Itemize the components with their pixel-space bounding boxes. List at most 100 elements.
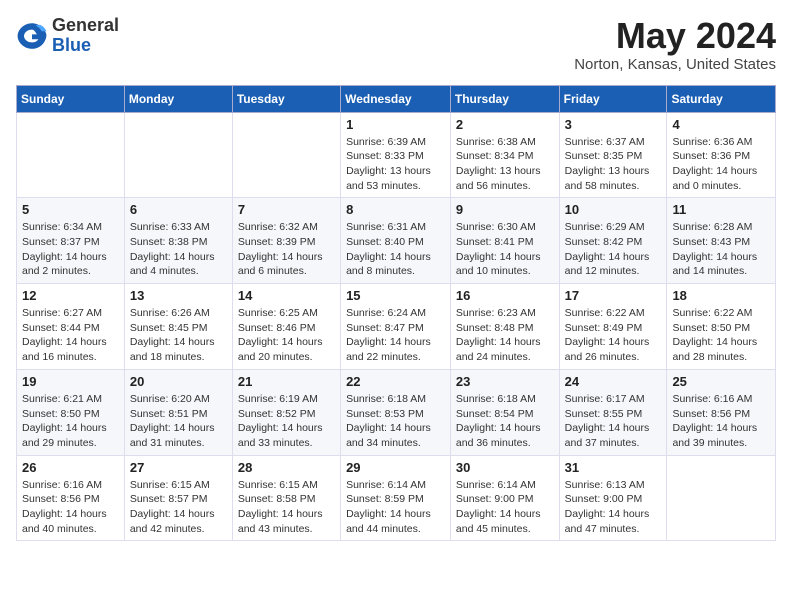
- calendar-cell: 3Sunrise: 6:37 AMSunset: 8:35 PMDaylight…: [559, 112, 667, 198]
- day-number: 28: [238, 460, 335, 475]
- day-info: Sunrise: 6:15 AMSunset: 8:57 PMDaylight:…: [130, 478, 227, 537]
- calendar-cell: 27 Sunrise: 6:15 AMSunset: 8:57 PMDayligh…: [124, 455, 232, 541]
- day-info: Sunrise: 6:22 AMSunset: 8:50 PMDaylight:…: [672, 306, 770, 365]
- day-number: 4: [672, 117, 770, 132]
- day-number: 23: [456, 374, 554, 389]
- day-info: Sunrise: 6:32 AMSunset: 8:39 PMDaylight:…: [238, 220, 335, 279]
- calendar-cell: 26 Sunrise: 6:16 AMSunset: 8:56 PMDayligh…: [17, 455, 125, 541]
- day-info: Sunrise: 6:16 AMSunset: 8:56 PMDaylight:…: [672, 392, 770, 451]
- day-number: 13: [130, 288, 227, 303]
- page-header: General Blue May 2024 Norton, Kansas, Un…: [16, 16, 776, 73]
- day-info: Sunrise: 6:20 AMSunset: 8:51 PMDaylight:…: [130, 392, 227, 451]
- calendar-cell: 2Sunrise: 6:38 AMSunset: 8:34 PMDaylight…: [450, 112, 559, 198]
- calendar-cell: 1 Sunrise: 6:39 AMSunset: 8:33 PMDaylight…: [341, 112, 451, 198]
- day-info: Sunrise: 6:36 AMSunset: 8:36 PMDaylight:…: [672, 135, 770, 194]
- day-number: 15: [346, 288, 445, 303]
- day-info: Sunrise: 6:24 AMSunset: 8:47 PMDaylight:…: [346, 306, 445, 365]
- calendar-cell: 30 Sunrise: 6:14 AMSunset: 9:00 PMDayligh…: [450, 455, 559, 541]
- header-row: SundayMondayTuesdayWednesdayThursdayFrid…: [17, 85, 776, 112]
- calendar-cell: 10 Sunrise: 6:29 AMSunset: 8:42 PMDayligh…: [559, 198, 667, 284]
- day-info: Sunrise: 6:22 AMSunset: 8:49 PMDaylight:…: [565, 306, 662, 365]
- day-info: Sunrise: 6:16 AMSunset: 8:56 PMDaylight:…: [22, 478, 119, 537]
- logo-blue-text: Blue: [52, 35, 91, 55]
- calendar-cell: 4 Sunrise: 6:36 AMSunset: 8:36 PMDaylight…: [667, 112, 776, 198]
- logo-text: General Blue: [52, 16, 119, 56]
- calendar-week-2: 5Sunrise: 6:34 AMSunset: 8:37 PMDaylight…: [17, 198, 776, 284]
- day-number: 11: [672, 202, 770, 217]
- calendar-cell: 15 Sunrise: 6:24 AMSunset: 8:47 PMDayligh…: [341, 284, 451, 370]
- calendar-cell: 24 Sunrise: 6:17 AMSunset: 8:55 PMDayligh…: [559, 369, 667, 455]
- day-info: Sunrise: 6:39 AMSunset: 8:33 PMDaylight:…: [346, 135, 445, 194]
- day-number: 16: [456, 288, 554, 303]
- location: Norton, Kansas, United States: [574, 56, 776, 73]
- logo-general: General: [52, 15, 119, 35]
- day-number: 2: [456, 117, 554, 132]
- day-number: 27: [130, 460, 227, 475]
- calendar-body: 1 Sunrise: 6:39 AMSunset: 8:33 PMDaylight…: [17, 112, 776, 541]
- day-number: 22: [346, 374, 445, 389]
- calendar-cell: 11 Sunrise: 6:28 AMSunset: 8:43 PMDayligh…: [667, 198, 776, 284]
- calendar-cell: 5Sunrise: 6:34 AMSunset: 8:37 PMDaylight…: [17, 198, 125, 284]
- calendar-cell: 29Sunrise: 6:14 AMSunset: 8:59 PMDayligh…: [341, 455, 451, 541]
- day-info: Sunrise: 6:13 AMSunset: 9:00 PMDaylight:…: [565, 478, 662, 537]
- calendar-cell: 16 Sunrise: 6:23 AMSunset: 8:48 PMDayligh…: [450, 284, 559, 370]
- day-number: 12: [22, 288, 119, 303]
- calendar-cell: 31 Sunrise: 6:13 AMSunset: 9:00 PMDayligh…: [559, 455, 667, 541]
- day-number: 6: [130, 202, 227, 217]
- calendar-cell: 13 Sunrise: 6:26 AMSunset: 8:45 PMDayligh…: [124, 284, 232, 370]
- day-info: Sunrise: 6:25 AMSunset: 8:46 PMDaylight:…: [238, 306, 335, 365]
- day-number: 21: [238, 374, 335, 389]
- calendar-week-5: 26 Sunrise: 6:16 AMSunset: 8:56 PMDayligh…: [17, 455, 776, 541]
- day-number: 8: [346, 202, 445, 217]
- calendar-cell: 21Sunrise: 6:19 AMSunset: 8:52 PMDayligh…: [232, 369, 340, 455]
- title-block: May 2024 Norton, Kansas, United States: [574, 16, 776, 73]
- day-number: 30: [456, 460, 554, 475]
- day-number: 25: [672, 374, 770, 389]
- calendar-cell: 7 Sunrise: 6:32 AMSunset: 8:39 PMDaylight…: [232, 198, 340, 284]
- calendar-week-4: 19Sunrise: 6:21 AMSunset: 8:50 PMDayligh…: [17, 369, 776, 455]
- calendar-header: SundayMondayTuesdayWednesdayThursdayFrid…: [17, 85, 776, 112]
- day-info: Sunrise: 6:29 AMSunset: 8:42 PMDaylight:…: [565, 220, 662, 279]
- month-title: May 2024: [574, 16, 776, 56]
- calendar-cell: 8 Sunrise: 6:31 AMSunset: 8:40 PMDaylight…: [341, 198, 451, 284]
- day-info: Sunrise: 6:18 AMSunset: 8:53 PMDaylight:…: [346, 392, 445, 451]
- day-number: 29: [346, 460, 445, 475]
- calendar-cell: 25 Sunrise: 6:16 AMSunset: 8:56 PMDayligh…: [667, 369, 776, 455]
- header-cell-friday: Friday: [559, 85, 667, 112]
- calendar-cell: 19Sunrise: 6:21 AMSunset: 8:50 PMDayligh…: [17, 369, 125, 455]
- day-info: Sunrise: 6:28 AMSunset: 8:43 PMDaylight:…: [672, 220, 770, 279]
- day-number: 19: [22, 374, 119, 389]
- day-info: Sunrise: 6:15 AMSunset: 8:58 PMDaylight:…: [238, 478, 335, 537]
- day-number: 18: [672, 288, 770, 303]
- header-cell-sunday: Sunday: [17, 85, 125, 112]
- day-number: 10: [565, 202, 662, 217]
- calendar-week-1: 1 Sunrise: 6:39 AMSunset: 8:33 PMDaylight…: [17, 112, 776, 198]
- calendar-cell: [232, 112, 340, 198]
- day-number: 24: [565, 374, 662, 389]
- day-number: 3: [565, 117, 662, 132]
- calendar-cell: 14Sunrise: 6:25 AMSunset: 8:46 PMDayligh…: [232, 284, 340, 370]
- day-info: Sunrise: 6:31 AMSunset: 8:40 PMDaylight:…: [346, 220, 445, 279]
- calendar-cell: 22 Sunrise: 6:18 AMSunset: 8:53 PMDayligh…: [341, 369, 451, 455]
- day-info: Sunrise: 6:23 AMSunset: 8:48 PMDaylight:…: [456, 306, 554, 365]
- logo: General Blue: [16, 16, 119, 56]
- calendar-cell: 28 Sunrise: 6:15 AMSunset: 8:58 PMDayligh…: [232, 455, 340, 541]
- day-number: 31: [565, 460, 662, 475]
- header-cell-wednesday: Wednesday: [341, 85, 451, 112]
- day-number: 26: [22, 460, 119, 475]
- day-number: 20: [130, 374, 227, 389]
- day-info: Sunrise: 6:26 AMSunset: 8:45 PMDaylight:…: [130, 306, 227, 365]
- day-number: 9: [456, 202, 554, 217]
- day-info: Sunrise: 6:14 AMSunset: 9:00 PMDaylight:…: [456, 478, 554, 537]
- calendar-cell: 17Sunrise: 6:22 AMSunset: 8:49 PMDayligh…: [559, 284, 667, 370]
- day-info: Sunrise: 6:30 AMSunset: 8:41 PMDaylight:…: [456, 220, 554, 279]
- day-number: 1: [346, 117, 445, 132]
- calendar-cell: 12Sunrise: 6:27 AMSunset: 8:44 PMDayligh…: [17, 284, 125, 370]
- header-cell-thursday: Thursday: [450, 85, 559, 112]
- header-cell-monday: Monday: [124, 85, 232, 112]
- calendar-cell: [17, 112, 125, 198]
- calendar-cell: 6Sunrise: 6:33 AMSunset: 8:38 PMDaylight…: [124, 198, 232, 284]
- day-info: Sunrise: 6:17 AMSunset: 8:55 PMDaylight:…: [565, 392, 662, 451]
- calendar-table: SundayMondayTuesdayWednesdayThursdayFrid…: [16, 85, 776, 542]
- day-number: 7: [238, 202, 335, 217]
